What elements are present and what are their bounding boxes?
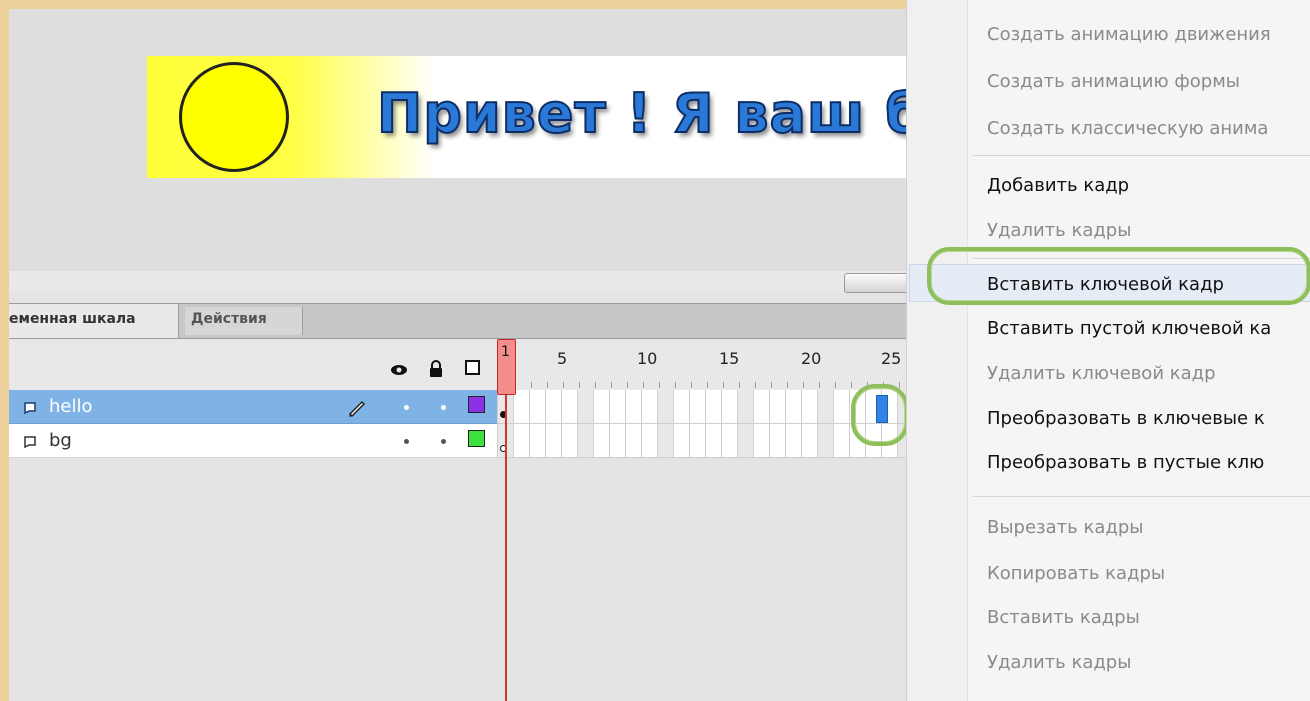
ruler-label: 20	[801, 349, 822, 368]
tab-timeline[interactable]: еменная шкала	[9, 304, 179, 338]
lock-dot[interactable]	[441, 405, 446, 410]
lock-icon[interactable]	[427, 360, 445, 378]
ruler-label: 25	[881, 349, 902, 368]
highlight-ring-menu	[927, 247, 1310, 305]
menu-item-convert-to-keyframes[interactable]: Преобразовать в ключевые к	[987, 408, 1265, 429]
menu-item-paste-frames[interactable]: Вставить кадры	[987, 607, 1140, 628]
visibility-dot[interactable]	[404, 405, 409, 410]
menu-item-insert-blank-keyframe[interactable]: Вставить пустой ключевой ка	[987, 318, 1271, 339]
sun-circle	[179, 62, 289, 172]
highlight-ring-frame	[851, 384, 909, 446]
layer-icon	[24, 402, 36, 415]
menu-item-remove-frames[interactable]: Удалить кадры	[987, 220, 1131, 241]
menu-separator	[973, 155, 1310, 156]
menu-item-copy-frames[interactable]: Копировать кадры	[987, 563, 1165, 584]
menu-item-clear-keyframe[interactable]: Удалить ключевой кадр	[987, 363, 1216, 384]
ruler-label: 10	[637, 349, 658, 368]
layer-name: hello	[49, 396, 93, 417]
menu-item-clear-frames[interactable]: Удалить кадры	[987, 652, 1131, 673]
layer-name: bg	[49, 430, 72, 451]
layer-color-swatch[interactable]	[468, 396, 485, 413]
menu-separator	[973, 496, 1310, 497]
ruler-label: 15	[719, 349, 740, 368]
playhead-frame-number: 1	[501, 344, 510, 360]
layer-icon	[24, 436, 36, 449]
playhead-line	[505, 393, 507, 701]
outline-icon[interactable]	[465, 360, 480, 375]
menu-item-convert-to-blank-keyframes[interactable]: Преобразовать в пустые клю	[987, 452, 1264, 473]
menu-item-create-shape-tween[interactable]: Создать анимацию формы	[987, 71, 1240, 92]
layer-row-hello[interactable]: hello	[9, 390, 497, 424]
visibility-dot[interactable]	[404, 439, 409, 444]
context-menu: Создать анимацию движения Создать анимац…	[906, 0, 1310, 701]
ruler-ticks	[515, 382, 915, 388]
layer-row-bg[interactable]: bg	[9, 424, 497, 458]
menu-item-create-classic-tween[interactable]: Создать классическую анима	[987, 118, 1268, 139]
lock-dot[interactable]	[441, 439, 446, 444]
tab-actions[interactable]: Действия	[185, 307, 303, 335]
playhead[interactable]: 1	[497, 339, 516, 395]
pencil-icon	[348, 400, 366, 418]
layer-color-swatch[interactable]	[468, 430, 485, 447]
menu-item-insert-frame[interactable]: Добавить кадр	[987, 175, 1129, 196]
eye-icon[interactable]	[390, 360, 408, 378]
menu-item-cut-frames[interactable]: Вырезать кадры	[987, 517, 1143, 538]
menu-item-create-motion-tween[interactable]: Создать анимацию движения	[987, 24, 1271, 45]
menu-icon-gutter	[907, 0, 968, 701]
ruler-label: 5	[557, 349, 568, 368]
